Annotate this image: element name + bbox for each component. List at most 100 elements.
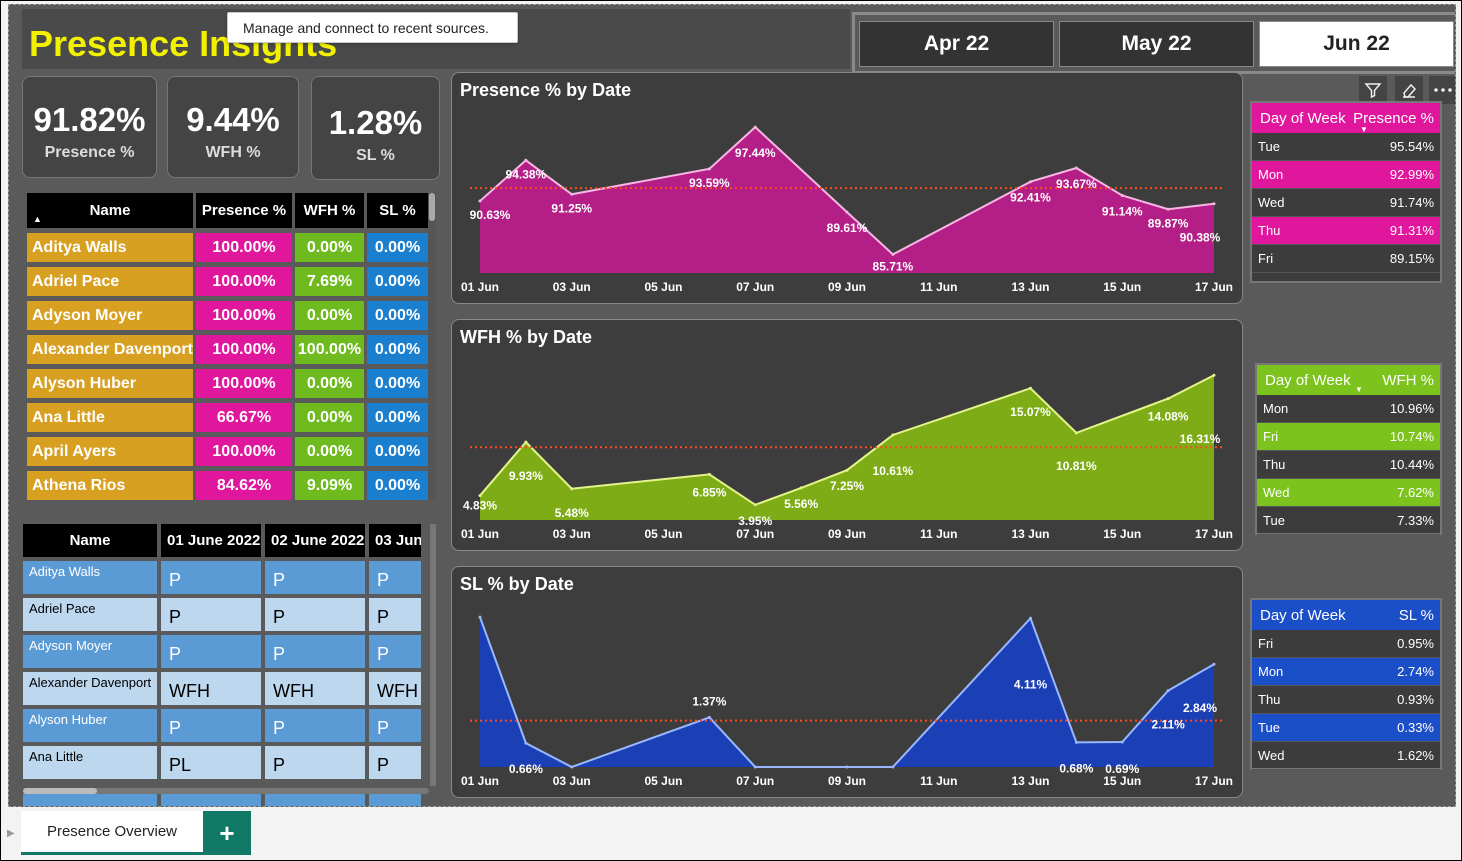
data-point[interactable] <box>478 199 482 203</box>
data-point[interactable] <box>1166 397 1170 401</box>
data-point[interactable] <box>570 765 574 769</box>
table-row[interactable]: Adriel Pace 100.00% 7.69% 0.00% <box>27 267 428 296</box>
data-point[interactable] <box>478 615 482 619</box>
table-row[interactable]: Alyson Huber 100.00% 0.00% 0.00% <box>27 369 428 398</box>
column-header-name[interactable]: Name ▲ <box>27 193 193 228</box>
table-row[interactable]: Tue 95.54% <box>1252 133 1440 161</box>
column-header-presence[interactable]: Presence % <box>196 193 292 228</box>
column-header-date[interactable]: 02 June 2022 <box>265 524 365 557</box>
data-point[interactable] <box>753 503 757 507</box>
dow-table-header[interactable]: Day of Week SL % <box>1252 600 1440 630</box>
tab-presence-overview[interactable]: Presence Overview <box>21 811 203 855</box>
data-point[interactable] <box>707 472 711 476</box>
table-row[interactable]: Tue 0.33% <box>1252 714 1440 742</box>
table-row[interactable]: Alyson Huber P P P <box>23 709 421 742</box>
data-point[interactable] <box>1029 180 1032 184</box>
data-point[interactable] <box>1212 662 1216 666</box>
table-row[interactable]: Alexander Davenport 100.00% 100.00% 0.00% <box>27 335 428 364</box>
data-point[interactable] <box>524 158 528 162</box>
data-point[interactable] <box>1074 740 1078 744</box>
column-header-day-of-week[interactable]: Day of Week <box>1257 365 1382 395</box>
data-point[interactable] <box>799 486 803 490</box>
data-point[interactable] <box>478 494 482 498</box>
column-header-day-of-week[interactable]: Day of Week <box>1252 103 1353 133</box>
table-row[interactable]: Wed 91.74% <box>1252 189 1440 217</box>
data-point[interactable] <box>1029 616 1032 620</box>
table-row[interactable]: Adriel Pace P P P <box>23 598 421 631</box>
data-point[interactable] <box>570 192 574 196</box>
data-point[interactable] <box>1212 373 1216 377</box>
more-options-icon[interactable] <box>1429 76 1455 104</box>
table-row[interactable]: Mon 92.99% <box>1252 161 1440 189</box>
sort-descending-icon[interactable]: ▼ <box>1360 125 1368 134</box>
table-row[interactable]: Ana Little PL P P <box>23 746 421 779</box>
table-row[interactable]: Adyson Moyer 100.00% 0.00% 0.00% <box>27 301 428 330</box>
table-row[interactable]: Mon 10.96% <box>1257 395 1440 423</box>
table-row[interactable]: Wed 1.62% <box>1252 742 1440 770</box>
dow-table-header[interactable]: Day of Week WFH % <box>1257 365 1440 395</box>
table-row[interactable]: April Ayers 100.00% 0.00% 0.00% <box>27 437 428 466</box>
table-row[interactable]: Tue 7.33% <box>1257 507 1440 535</box>
dow-table-header[interactable]: Day of Week Presence % <box>1252 103 1440 133</box>
data-point[interactable] <box>524 440 528 444</box>
month-button-apr[interactable]: Apr 22 <box>859 21 1054 67</box>
tab-scroll-left-icon[interactable]: ▶ <box>7 828 15 839</box>
table-row[interactable]: Fri 89.15% <box>1252 245 1440 273</box>
column-header-metric[interactable]: WFH % <box>1382 365 1440 395</box>
column-header-metric[interactable]: SL % <box>1399 600 1440 630</box>
data-point[interactable] <box>707 167 711 171</box>
sl-cell: 0.00% <box>367 233 428 262</box>
month-button-may[interactable]: May 22 <box>1059 21 1254 67</box>
column-header-date[interactable]: 01 June 2022 <box>161 524 261 557</box>
add-page-button[interactable]: + <box>203 811 251 855</box>
table-row[interactable]: Alexander Davenport WFH WFH WFH <box>23 672 421 705</box>
table-row[interactable]: Thu 0.93% <box>1252 686 1440 714</box>
data-point[interactable] <box>1120 740 1124 744</box>
data-point[interactable] <box>891 433 895 437</box>
data-point[interactable] <box>753 765 757 769</box>
sort-ascending-icon[interactable]: ▲ <box>33 214 42 224</box>
filter-icon[interactable] <box>1359 76 1387 104</box>
data-point[interactable] <box>1029 386 1032 390</box>
table-scrollbar-thumb[interactable] <box>429 193 435 221</box>
data-point[interactable] <box>1166 689 1170 693</box>
data-point[interactable] <box>1074 166 1078 170</box>
matrix-horizontal-scrollbar-thumb[interactable] <box>23 788 97 794</box>
table-row[interactable]: Fri 10.74% <box>1257 423 1440 451</box>
data-point[interactable] <box>524 741 528 745</box>
data-point[interactable] <box>845 765 849 769</box>
data-point[interactable] <box>1120 193 1124 197</box>
eraser-icon[interactable] <box>1395 76 1423 104</box>
data-point[interactable] <box>845 210 849 214</box>
table-row[interactable]: Thu 10.44% <box>1257 451 1440 479</box>
column-header-date[interactable]: 03 June 2022 <box>369 524 421 557</box>
data-point[interactable] <box>845 468 849 472</box>
table-row[interactable]: Mon 2.74% <box>1252 658 1440 686</box>
data-point[interactable] <box>891 765 895 769</box>
table-row[interactable]: Ana Little 66.67% 0.00% 0.00% <box>27 403 428 432</box>
data-point[interactable] <box>570 487 574 491</box>
data-point[interactable] <box>891 252 895 256</box>
table-row[interactable]: Aditya Walls 100.00% 0.00% 0.00% <box>27 233 428 262</box>
sort-descending-icon[interactable]: ▼ <box>1355 385 1363 394</box>
column-header-day-of-week[interactable]: Day of Week <box>1252 600 1399 630</box>
column-header-sl[interactable]: SL % <box>367 193 428 228</box>
presence-cell: 84.62% <box>196 471 292 500</box>
table-row[interactable]: Aditya Walls P P P <box>23 561 421 594</box>
column-header-name[interactable]: Name <box>23 524 157 557</box>
table-row[interactable]: Thu 91.31% <box>1252 217 1440 245</box>
table-scrollbar[interactable] <box>428 193 436 499</box>
data-point[interactable] <box>753 125 757 129</box>
x-tick-label: 07 Jun <box>736 774 774 788</box>
month-button-jun[interactable]: Jun 22 <box>1259 21 1454 67</box>
table-row[interactable]: Wed 7.62% <box>1257 479 1440 507</box>
data-point[interactable] <box>1166 207 1170 211</box>
table-row[interactable]: Athena Rios 84.62% 9.09% 0.00% <box>27 471 428 500</box>
data-point[interactable] <box>707 715 711 719</box>
table-row[interactable]: Adyson Moyer P P P <box>23 635 421 668</box>
data-point[interactable] <box>1074 431 1078 435</box>
data-point[interactable] <box>1212 202 1216 206</box>
matrix-vertical-scrollbar[interactable] <box>430 524 436 786</box>
table-row[interactable]: Fri 0.95% <box>1252 630 1440 658</box>
column-header-wfh[interactable]: WFH % <box>295 193 364 228</box>
